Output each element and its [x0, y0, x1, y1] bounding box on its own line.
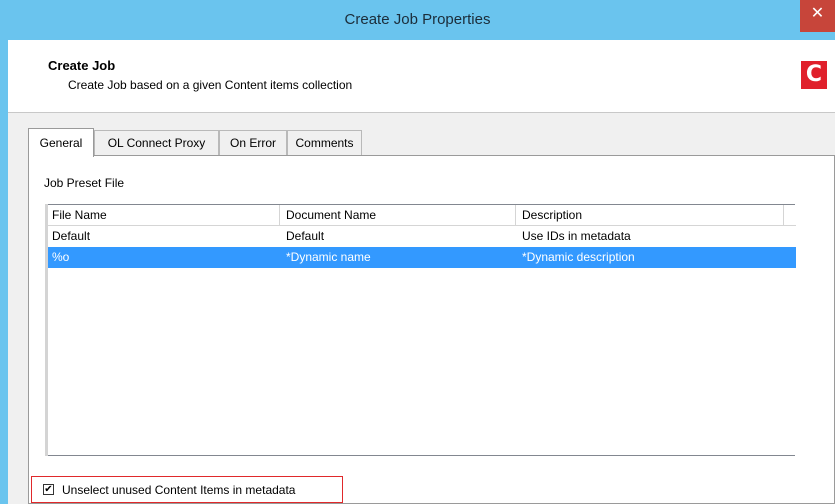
column-header-file-name[interactable]: File Name — [46, 205, 280, 225]
window-frame — [0, 40, 8, 504]
header-subtitle: Create Job based on a given Content item… — [68, 78, 353, 92]
tab-comments[interactable]: Comments — [287, 130, 362, 155]
job-preset-list[interactable]: File Name Document Name Description Defa… — [45, 204, 796, 456]
cell-file-name: Default — [52, 229, 91, 243]
tab-general[interactable]: General — [28, 128, 94, 157]
close-icon: ✕ — [810, 5, 825, 22]
unselect-unused-label[interactable]: Unselect unused Content Items in metadat… — [62, 483, 295, 497]
column-header-description[interactable]: Description — [516, 205, 784, 225]
header-title: Create Job — [48, 58, 116, 73]
window-title: Create Job Properties — [344, 11, 491, 28]
title-bar: Create Job Properties ✕ — [0, 0, 835, 40]
list-header: File Name Document Name Description — [46, 205, 796, 226]
tab-ol-connect-proxy[interactable]: OL Connect Proxy — [94, 130, 219, 155]
list-border-shadow — [45, 204, 48, 456]
tab-on-error[interactable]: On Error — [219, 130, 287, 155]
cell-file-name: %o — [52, 250, 70, 264]
connect-logo-icon: C — [801, 61, 827, 89]
table-row[interactable]: Default Default Use IDs in metadata — [46, 226, 796, 247]
unselect-unused-checkbox[interactable]: ✔ — [43, 484, 54, 495]
cell-description: Use IDs in metadata — [522, 229, 631, 243]
cell-description: *Dynamic description — [522, 250, 635, 264]
cell-document-name: *Dynamic name — [286, 250, 371, 264]
job-preset-label: Job Preset File — [44, 176, 125, 190]
close-button[interactable]: ✕ — [800, 0, 835, 32]
unselect-unused-option-highlight: ✔ Unselect unused Content Items in metad… — [31, 476, 343, 503]
cell-document-name: Default — [286, 229, 325, 243]
dialog-header: Create Job Create Job based on a given C… — [8, 40, 835, 113]
general-tab-panel: Job Preset File File Name Document Name … — [28, 155, 835, 504]
column-header-document-name[interactable]: Document Name — [280, 205, 516, 225]
table-row-selected[interactable]: %o *Dynamic name *Dynamic description — [46, 247, 796, 268]
